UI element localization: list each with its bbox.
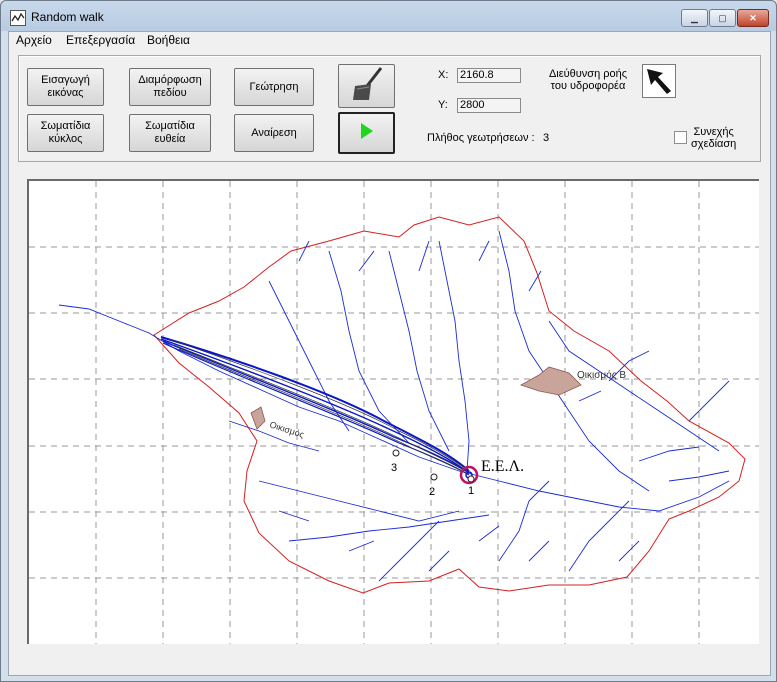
app-icon [10, 10, 26, 26]
well-2-label: 2 [429, 486, 435, 498]
particle-tracks [160, 336, 470, 476]
well-3-label: 3 [391, 462, 397, 474]
minimize-icon: ▁ [691, 12, 698, 23]
flow-label-2: του υδροφορέα [550, 80, 626, 92]
arrow-up-left-icon [643, 69, 675, 100]
field-config-button[interactable]: Διαμόρφωση πεδίου [129, 68, 211, 106]
field-config-label-1: Διαμόρφωση [138, 74, 202, 86]
maximize-icon: ▢ [718, 12, 727, 23]
flow-direction-label: Διεύθυνση ροής του υδροφορέα [546, 68, 630, 92]
well-1-label: 1 [468, 485, 474, 497]
particles-line-label-2: ευθεία [154, 133, 186, 145]
particles-circle-label-2: κύκλος [48, 133, 83, 145]
y-value-field[interactable]: 2800 [457, 98, 521, 113]
close-icon: ✕ [749, 12, 757, 23]
continuous-label-1: Συνεχής [693, 126, 734, 138]
map-canvas[interactable]: 1 2 3 Ε.Ε.Λ. Οικισμός Β Οικισμός [27, 179, 759, 645]
undo-button[interactable]: Αναίρεση [234, 114, 314, 152]
map-drawing: 1 2 3 Ε.Ε.Λ. Οικισμός Β Οικισμός [29, 181, 759, 645]
minimize-button[interactable]: ▁ [681, 9, 708, 27]
title-bar[interactable]: Random walk ▁ ▢ ✕ [1, 1, 776, 31]
app-window: Random walk ▁ ▢ ✕ Αρχείο Επεξεργασία Βοή… [0, 0, 777, 682]
x-value-field[interactable]: 2160.8 [457, 68, 521, 83]
flow-direction-control[interactable] [642, 64, 676, 98]
drilling-button[interactable]: Γεώτρηση [234, 68, 314, 106]
import-image-button[interactable]: Εισαγωγή εικόνας [27, 68, 104, 106]
import-image-label-2: εικόνας [47, 87, 84, 99]
eel-label: Ε.Ε.Λ. [481, 458, 524, 475]
y-label: Y: [438, 99, 448, 111]
continuous-drawing-label: Συνεχής σχεδίαση [691, 126, 736, 150]
particles-line-button[interactable]: Σωματίδια ευθεία [129, 114, 211, 152]
menu-bar: Αρχείο Επεξεργασία Βοήθεια [9, 32, 770, 49]
flow-label-1: Διεύθυνση ροής [548, 68, 628, 80]
river-network [58, 230, 730, 582]
clear-button[interactable] [338, 64, 395, 108]
catchment-boundary [153, 216, 746, 594]
field-config-label-2: πεδίου [153, 87, 187, 99]
drill-count-label: Πλήθος γεωτρήσεων : [427, 132, 535, 144]
run-button[interactable] [338, 112, 395, 154]
broom-icon [347, 64, 387, 108]
maximize-button[interactable]: ▢ [709, 9, 736, 27]
import-image-label-1: Εισαγωγή [41, 74, 90, 86]
status-area [9, 644, 770, 675]
settlement-b-label: Οικισμός Β [577, 369, 626, 381]
drill-count-value: 3 [543, 132, 550, 144]
window-title: Random walk [31, 10, 104, 24]
client-area: Αρχείο Επεξεργασία Βοήθεια Εισαγωγή εικόν… [8, 31, 771, 676]
toolbar-panel: Εισαγωγή εικόνας Διαμόρφωση πεδίου Γεώτρησ… [18, 55, 761, 162]
x-label: X: [438, 69, 449, 81]
settlement-b-area [520, 366, 582, 396]
particles-circle-label-1: Σωματίδια [40, 120, 91, 132]
close-button[interactable]: ✕ [737, 9, 769, 27]
continuous-label-2: σχεδίαση [691, 138, 737, 150]
grid-lines [29, 181, 759, 645]
well-1-marker[interactable] [467, 475, 475, 483]
play-icon [360, 122, 374, 144]
undo-label: Αναίρεση [251, 126, 297, 139]
drilling-label: Γεώτρηση [249, 80, 299, 93]
menu-file[interactable]: Αρχείο [16, 33, 52, 47]
menu-edit[interactable]: Επεξεργασία [66, 33, 135, 47]
particles-circle-button[interactable]: Σωματίδια κύκλος [27, 114, 104, 152]
menu-help[interactable]: Βοήθεια [147, 33, 190, 47]
particles-line-label-1: Σωματίδια [145, 120, 195, 132]
well-3-marker[interactable] [392, 449, 400, 457]
well-2-marker[interactable] [430, 473, 438, 481]
settlement-a-area [250, 406, 266, 430]
continuous-drawing-checkbox[interactable] [674, 131, 687, 144]
